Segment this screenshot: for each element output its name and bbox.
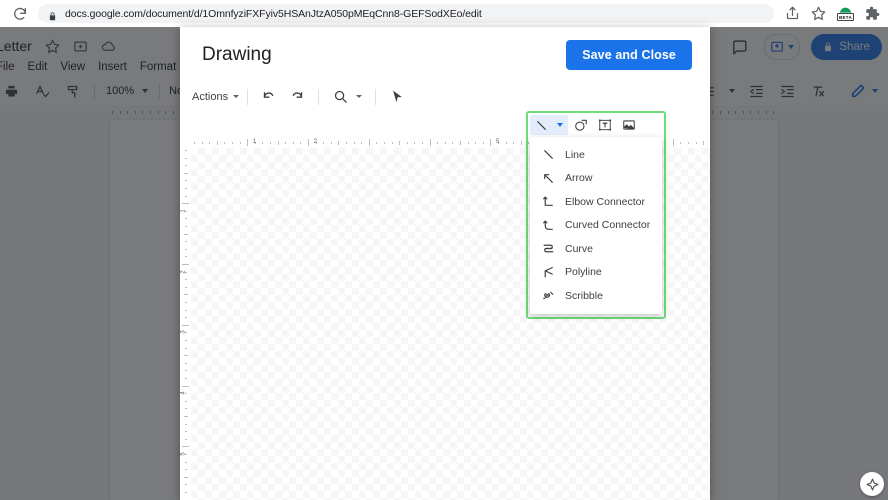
chevron-down-icon [233,95,240,98]
toolbar-divider [247,88,249,105]
chevron-down-icon[interactable] [356,95,363,98]
polyline-icon [542,266,555,279]
toolbar-divider [375,88,377,105]
line-icon [542,148,555,161]
undo-icon[interactable] [262,89,277,104]
reload-icon[interactable] [12,6,28,22]
line-tool-dropdown-caret[interactable] [552,115,568,135]
beta-badge-label: BETA [837,13,854,21]
browser-toolbar: docs.google.com/document/d/1OmnfyziFXFyi… [0,0,888,27]
drawing-dialog-header: Drawing Save and Close [180,27,710,83]
page-title: Drawing [202,44,272,65]
menu-item-label: Curved Connector [565,219,651,232]
ruler-number: 5 [180,452,187,456]
beta-extension-badge[interactable]: BETA [837,5,854,22]
ruler-number: 1 [180,209,187,213]
shape-tool-button[interactable] [570,115,592,135]
menu-item-arrow[interactable]: Arrow [530,167,662,191]
line-tool-button[interactable] [530,115,552,135]
save-and-close-button[interactable]: Save and Close [566,40,692,70]
ruler-number: 2 [313,139,317,145]
menu-item-scribble[interactable]: Scribble [530,284,662,308]
arrow-icon [542,172,555,185]
drawing-dialog: Drawing Save and Close Actions 1 2 5 1 2… [180,27,710,500]
menu-item-elbow-connector[interactable]: Elbow Connector [530,190,662,214]
menu-item-label: Curve [565,242,594,255]
scribble-icon [542,289,555,302]
url-text: docs.google.com/document/d/1OmnfyziFXFyi… [65,7,482,20]
menu-item-label: Scribble [565,289,603,302]
menu-item-curved-connector[interactable]: Curved Connector [530,214,662,238]
lock-icon [48,8,57,21]
toolbar-divider [318,88,320,105]
chevron-down-icon [557,123,563,127]
menu-item-label: Polyline [565,266,602,279]
ruler-number: 5 [496,139,500,145]
elbow-connector-icon [542,195,555,208]
redo-icon[interactable] [289,89,304,104]
drawing-insert-tools [530,115,640,135]
zoom-icon[interactable] [333,89,348,104]
menu-item-label: Arrow [565,172,593,185]
select-arrow-icon[interactable] [390,89,405,104]
star-icon[interactable] [811,6,826,21]
actions-menu-button[interactable]: Actions [192,90,240,103]
image-tool-button[interactable] [618,115,640,135]
menu-item-label: Line [565,148,585,161]
ruler-number: 3 [180,330,187,335]
menu-item-line[interactable]: Line [530,143,662,167]
menu-item-label: Elbow Connector [565,195,645,208]
canvas-vertical-ruler: 1 2 3 4 5 [180,148,191,500]
menu-item-curve[interactable]: Curve [530,237,662,261]
curve-icon [542,242,555,255]
ruler-number: 1 [252,139,257,145]
ruler-number: 2 [180,269,187,274]
line-type-dropdown-menu: Line Arrow Elbow Connector Curved Connec… [530,137,662,314]
explore-button[interactable] [860,472,884,496]
curved-connector-icon [542,219,555,232]
ruler-number: 4 [180,391,187,395]
menu-item-polyline[interactable]: Polyline [530,261,662,285]
puzzle-piece-icon[interactable] [865,6,880,21]
address-bar[interactable]: docs.google.com/document/d/1OmnfyziFXFyi… [38,4,774,23]
share-page-icon[interactable] [785,6,800,21]
drawing-toolbar: Actions [180,83,710,110]
actions-label: Actions [192,90,229,103]
text-box-tool-button[interactable] [594,115,616,135]
